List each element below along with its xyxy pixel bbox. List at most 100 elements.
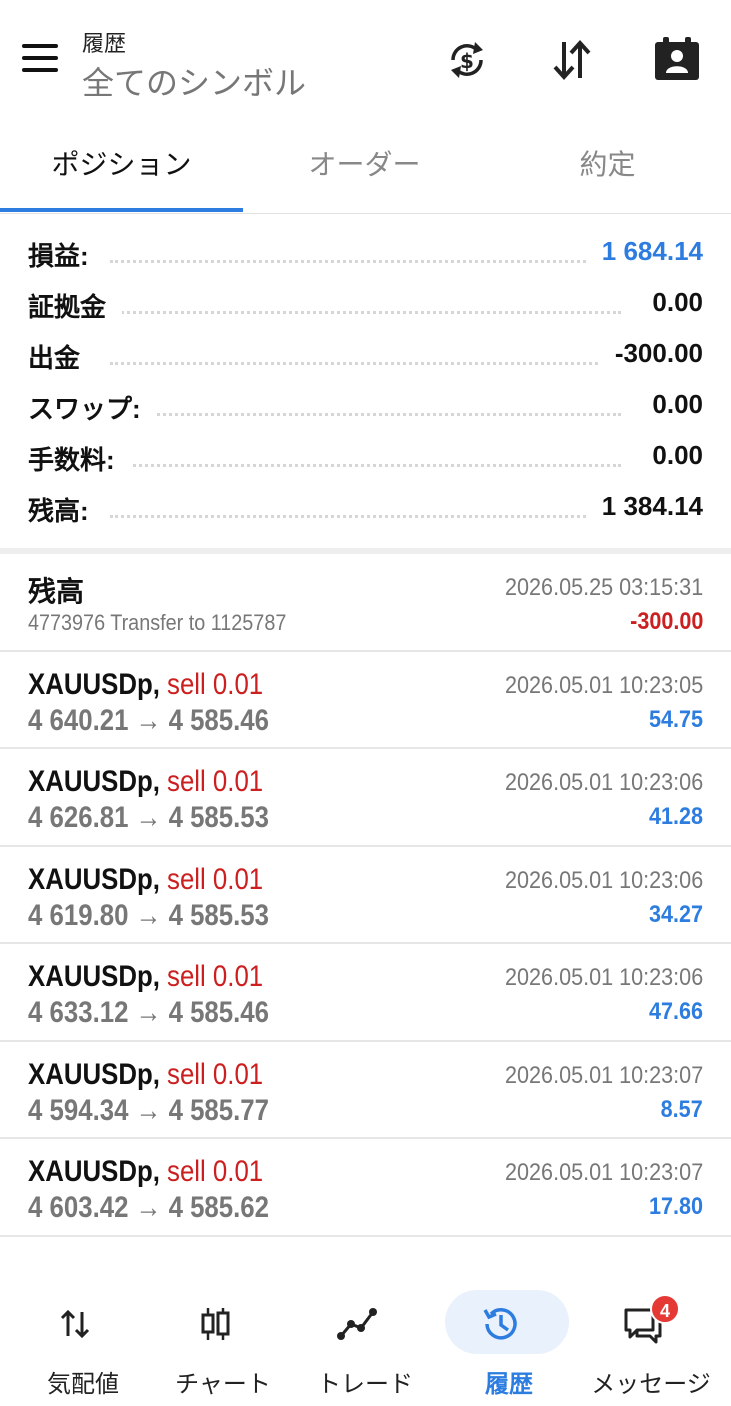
deal-symbol-line: XAUUSDp, sell 0.01	[28, 668, 263, 702]
deal-time: 2026.05.01 10:23:06	[504, 866, 703, 894]
nav-label: メッセージ	[591, 1371, 711, 1398]
chart-icon	[193, 1302, 237, 1346]
summary-label: 手数料:	[28, 440, 131, 477]
history-list: 残高 4773976 Transfer to 1125787 2026.05.2…	[0, 554, 731, 1237]
history-icon	[479, 1302, 523, 1346]
deal-symbol: XAUUSDp,	[28, 1155, 160, 1188]
active-tab-indicator	[0, 208, 243, 212]
entry-amount: -300.00	[629, 608, 703, 635]
summary-row-withdrawal: 出金 -300.00	[0, 332, 731, 383]
deal-prices: 4 594.34 → 4 585.77	[28, 1093, 270, 1127]
tab-bar: ポジション オーダー 約定	[0, 126, 731, 214]
deal-side: sell 0.01	[167, 667, 264, 701]
deal-prices: 4 626.81 → 4 585.53	[28, 801, 270, 834]
summary-row-margin: 証拠金 0.00	[0, 281, 731, 332]
deal-profit: 8.57	[660, 1095, 703, 1123]
deal-prices: 4 633.12 → 4 585.46	[28, 996, 270, 1029]
deal-row[interactable]: XAUUSDp, sell 0.01 4 594.34 → 4 585.77 2…	[0, 1042, 731, 1139]
deal-profit: 34.27	[648, 900, 703, 928]
dotted-leader	[110, 464, 621, 467]
deal-prices: 4 603.42 → 4 585.62	[28, 1191, 270, 1224]
deal-prices: 4 640.21 → 4 585.46	[28, 703, 270, 737]
nav-label: トレード	[317, 1371, 413, 1398]
summary-label: 残高:	[28, 491, 105, 528]
tab-orders[interactable]: オーダー	[243, 126, 486, 210]
deal-row[interactable]: XAUUSDp, sell 0.01 4 640.21 → 4 585.46 2…	[0, 652, 731, 749]
symbol-filter[interactable]: 全てのシンボル	[82, 58, 306, 104]
deal-prices: 4 619.80 → 4 585.53	[28, 898, 270, 932]
entry-time: 2026.05.25 03:15:31	[504, 574, 703, 601]
deal-symbol: XAUUSDp,	[28, 960, 160, 993]
dotted-leader	[110, 260, 621, 263]
nav-label: チャート	[175, 1371, 271, 1398]
dotted-leader	[110, 413, 621, 416]
bottom-navigation: 気配値 チャート トレード 履歴 4 メッセージ	[0, 1280, 731, 1406]
currency-exchange-icon[interactable]: $	[441, 34, 493, 86]
deal-time: 2026.05.01 10:23:07	[504, 1159, 703, 1186]
balance-entry[interactable]: 残高 4773976 Transfer to 1125787 2026.05.2…	[0, 554, 731, 652]
deal-side: sell 0.01	[167, 960, 264, 993]
deal-profit: 17.80	[648, 1193, 703, 1220]
nav-label: 気配値	[47, 1371, 119, 1398]
balance-entry-comment: 4773976 Transfer to 1125787	[28, 610, 287, 635]
nav-chart[interactable]: チャート	[150, 1280, 296, 1406]
balance-entry-title: 残高	[28, 576, 85, 607]
deal-symbol-line: XAUUSDp, sell 0.01	[28, 1155, 263, 1189]
summary-label: スワップ:	[28, 389, 157, 426]
deal-symbol-line: XAUUSDp, sell 0.01	[28, 863, 263, 897]
summary-row-swap: スワップ: 0.00	[0, 383, 731, 434]
summary-row-commission: 手数料: 0.00	[0, 434, 731, 485]
deal-profit: 41.28	[648, 803, 703, 830]
account-icon[interactable]	[651, 34, 703, 86]
deal-symbol-line: XAUUSDp, sell 0.01	[28, 960, 263, 994]
deal-symbol: XAUUSDp,	[28, 862, 160, 896]
deal-row[interactable]: XAUUSDp, sell 0.01 4 603.42 → 4 585.62 2…	[0, 1139, 731, 1237]
deal-symbol-line: XAUUSDp, sell 0.01	[28, 1058, 263, 1092]
summary-label: 損益:	[28, 236, 105, 273]
deal-side: sell 0.01	[167, 765, 264, 798]
deal-symbol: XAUUSDp,	[28, 1057, 160, 1091]
deal-symbol-line: XAUUSDp, sell 0.01	[28, 765, 263, 799]
app-header: 履歴 全てのシンボル $	[0, 0, 731, 120]
summary-label: 証拠金	[28, 287, 123, 324]
nav-quotes[interactable]: 気配値	[10, 1280, 156, 1406]
menu-icon[interactable]	[20, 40, 60, 76]
deal-symbol: XAUUSDp,	[28, 765, 160, 798]
summary-value: 0.00	[636, 440, 703, 471]
sort-icon[interactable]	[546, 34, 598, 86]
nav-history[interactable]: 履歴	[436, 1280, 582, 1406]
summary-row-profit: 損益: 1 684.14	[0, 230, 731, 281]
tab-deals[interactable]: 約定	[486, 126, 729, 210]
quotes-icon	[53, 1302, 97, 1346]
deal-symbol: XAUUSDp,	[28, 667, 160, 701]
summary-value: 1 384.14	[585, 491, 703, 522]
deal-time: 2026.05.01 10:23:06	[504, 964, 703, 991]
unread-badge: 4	[650, 1294, 680, 1324]
svg-text:$: $	[460, 49, 474, 73]
deal-side: sell 0.01	[167, 1057, 264, 1091]
dotted-leader	[110, 515, 621, 518]
nav-messages[interactable]: 4 メッセージ	[578, 1280, 724, 1406]
summary-label: 出金	[28, 338, 97, 375]
deal-row[interactable]: XAUUSDp, sell 0.01 4 626.81 → 4 585.53 2…	[0, 749, 731, 847]
deal-row[interactable]: XAUUSDp, sell 0.01 4 619.80 → 4 585.53 2…	[0, 847, 731, 944]
trade-icon	[335, 1302, 379, 1346]
nav-label: 履歴	[485, 1371, 533, 1398]
summary-panel: 損益: 1 684.14 証拠金 0.00 出金 -300.00 スワップ: 0…	[0, 230, 731, 536]
page-title: 履歴	[82, 31, 127, 56]
deal-profit: 54.75	[648, 705, 703, 733]
summary-row-balance: 残高: 1 384.14	[0, 485, 731, 536]
deal-row[interactable]: XAUUSDp, sell 0.01 4 633.12 → 4 585.46 2…	[0, 944, 731, 1042]
deal-side: sell 0.01	[167, 862, 264, 896]
summary-value: 0.00	[636, 389, 703, 420]
dotted-leader	[110, 311, 621, 314]
nav-trade[interactable]: トレード	[292, 1280, 438, 1406]
deal-profit: 47.66	[648, 998, 703, 1025]
summary-value: -300.00	[598, 338, 703, 369]
tab-positions[interactable]: ポジション	[0, 126, 243, 210]
deal-side: sell 0.01	[167, 1155, 264, 1188]
dotted-leader	[110, 362, 621, 365]
deal-time: 2026.05.01 10:23:06	[504, 769, 703, 796]
deal-time: 2026.05.01 10:23:07	[504, 1061, 703, 1089]
deal-time: 2026.05.01 10:23:05	[504, 671, 703, 699]
